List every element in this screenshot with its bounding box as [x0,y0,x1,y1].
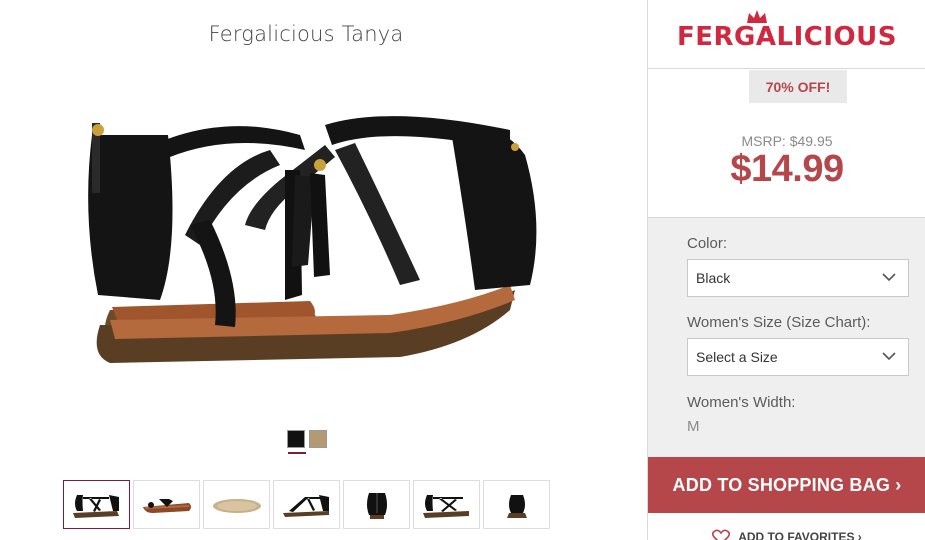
sandal-thumb-sole-icon [213,498,261,513]
crown-icon [747,10,767,23]
sandal-thumb-side-flat-icon [143,498,191,513]
chevron-down-icon [882,273,896,282]
color-label: Color: [687,235,728,252]
color-select[interactable]: Black [687,259,909,297]
thumbnail-strip [63,480,550,529]
purchase-panel: FERGALICIOUS 70% OFF! MSRP: $49.95 $14.9… [647,0,925,540]
thumbnail-6[interactable] [413,480,480,529]
sandal-thumb-back-icon [367,492,387,519]
width-value: M [687,418,700,435]
thumbnail-2[interactable] [133,480,200,529]
color-select-value: Black [696,270,731,286]
add-to-favorites-button[interactable]: ADD TO FAVORITES › [648,527,925,540]
swatch-black[interactable] [287,430,305,448]
sandal-thumb-heel-icon [507,494,527,518]
selected-swatch-indicator [288,452,306,454]
chevron-down-icon [882,352,896,361]
add-to-bag-button[interactable]: ADD TO SHOPPING BAG › [648,457,925,513]
swatch-tan[interactable] [309,430,327,448]
product-main-image[interactable] [70,95,550,385]
discount-badge: 70% OFF! [749,70,847,103]
thumbnail-5[interactable] [343,480,410,529]
product-media: Fergalicious Tanya [0,0,647,540]
sale-price: $14.99 [730,148,844,190]
brand-logo-text: FERGALICIOUS [677,22,897,52]
width-label: Women's Width: [687,394,796,411]
msrp-price: MSRP: $49.95 [741,133,833,149]
thumbnail-7[interactable] [483,480,550,529]
sandal-product-image-icon [88,116,537,363]
sandal-thumb-side-icon [73,494,119,518]
color-swatches [287,430,327,448]
sandal-thumb-side-2-icon [283,494,329,517]
heart-icon [712,529,731,540]
sandal-thumb-front-icon [423,494,469,518]
product-options: Color: Black Women's Size (Size Chart): … [648,217,925,457]
thumbnail-3[interactable] [203,480,270,529]
brand-logo[interactable]: FERGALICIOUS [648,0,925,69]
size-label: Women's Size (Size Chart): [687,314,871,331]
size-select-value: Select a Size [696,349,778,365]
product-page: Fergalicious Tanya FERGALICIOUS 70% OFF!… [0,0,925,540]
size-select[interactable]: Select a Size [687,338,909,376]
thumbnail-4[interactable] [273,480,340,529]
add-to-favorites-label: ADD TO FAVORITES › [738,530,862,540]
product-title: Fergalicious Tanya [208,22,404,46]
thumbnail-1[interactable] [63,480,130,529]
